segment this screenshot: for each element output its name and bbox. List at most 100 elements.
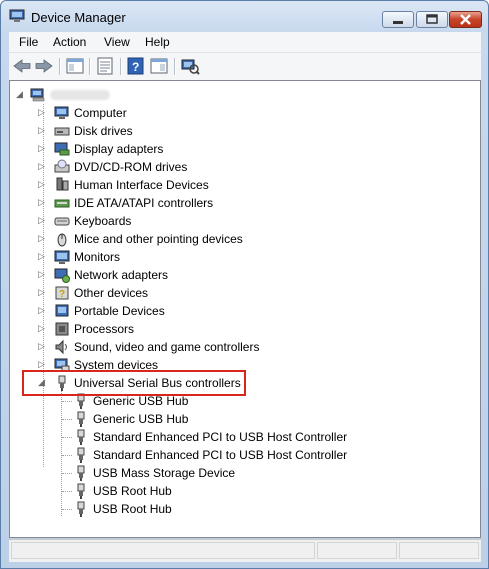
- display-adapter-icon: [54, 142, 70, 156]
- minimize-icon: [393, 21, 403, 24]
- tree-item-label: Mice and other pointing devices: [74, 232, 243, 246]
- device-tree[interactable]: ◢ ▷ Computer ▷ Disk drives ▷ Display adapters…: [9, 80, 481, 538]
- tree-item-label: Display adapters: [74, 142, 164, 156]
- maximize-icon: [426, 14, 438, 24]
- usb-device-item[interactable]: Generic USB Hub: [56, 410, 356, 428]
- expand-arrow-icon[interactable]: ▷: [38, 252, 47, 261]
- usb-device-label: USB Root Hub: [93, 502, 172, 516]
- expand-arrow-icon[interactable]: ▷: [38, 306, 47, 315]
- expand-arrow-icon[interactable]: ▷: [38, 180, 47, 189]
- expand-arrow-icon[interactable]: ▷: [38, 108, 47, 117]
- toolbar-separator: [174, 58, 176, 75]
- usb-device-label: Standard Enhanced PCI to USB Host Contro…: [93, 448, 348, 462]
- expand-arrow-icon[interactable]: ▷: [38, 360, 47, 369]
- svg-text:?: ?: [59, 289, 65, 300]
- mouse-icon: [57, 233, 67, 247]
- usb-device-item[interactable]: Standard Enhanced PCI to USB Host Contro…: [56, 446, 356, 464]
- menu-help[interactable]: Help: [145, 35, 170, 49]
- portable-device-icon: [55, 304, 69, 317]
- minimize-button[interactable]: [382, 11, 414, 28]
- other-devices-icon: ?: [55, 286, 69, 300]
- dvd-drive-icon: [54, 159, 70, 173]
- tree-guide-line: [62, 401, 72, 402]
- title-bar[interactable]: Device Manager: [1, 1, 488, 31]
- expand-arrow-icon[interactable]: ▷: [38, 342, 47, 351]
- usb-device-item[interactable]: Standard Enhanced PCI to USB Host Contro…: [56, 428, 356, 446]
- usb-device-icon: [77, 501, 85, 517]
- expand-arrow-icon[interactable]: ▷: [38, 126, 47, 135]
- help-icon[interactable]: ?: [126, 57, 146, 75]
- tree-guide-line: [62, 509, 72, 510]
- tree-item-network-adapters[interactable]: ▷ Network adapters: [38, 266, 278, 284]
- usb-device-item[interactable]: USB Root Hub: [56, 482, 356, 500]
- expand-arrow-icon[interactable]: ▷: [38, 324, 47, 333]
- tree-item-portable-devices[interactable]: ▷ Portable Devices: [38, 302, 278, 320]
- menu-view[interactable]: View: [104, 35, 130, 49]
- tree-item-label: Sound, video and game controllers: [74, 340, 260, 354]
- usb-device-item[interactable]: USB Mass Storage Device: [56, 464, 356, 482]
- maximize-button[interactable]: [416, 11, 448, 28]
- expand-arrow-icon[interactable]: ▷: [38, 234, 47, 243]
- usb-device-label: Standard Enhanced PCI to USB Host Contro…: [93, 430, 348, 444]
- back-icon[interactable]: [12, 57, 32, 75]
- tree-guide-line: [62, 437, 72, 438]
- status-cell-secondary: [317, 542, 397, 559]
- expand-arrow-icon[interactable]: ▷: [38, 288, 47, 297]
- tree-item-dvd-cd-rom-drives[interactable]: ▷ DVD/CD-ROM drives: [38, 158, 278, 176]
- tree-item-human-interface-devices[interactable]: ▷ Human Interface Devices: [38, 176, 278, 194]
- expand-arrow-icon[interactable]: ▷: [38, 270, 47, 279]
- processor-icon: [55, 322, 69, 336]
- expand-arrow-icon[interactable]: ▷: [38, 144, 47, 153]
- hid-icon: [56, 177, 69, 191]
- forward-icon[interactable]: [34, 57, 54, 75]
- tree-item-label: Keyboards: [74, 214, 132, 228]
- action-pane-icon[interactable]: [149, 57, 169, 75]
- expand-arrow-icon[interactable]: ▷: [38, 216, 47, 225]
- tree-item-label: Portable Devices: [74, 304, 165, 318]
- tree-item-keyboards[interactable]: ▷ Keyboards: [38, 212, 278, 230]
- tree-root[interactable]: ◢: [16, 86, 216, 104]
- usb-device-item[interactable]: USB Root Hub: [56, 500, 356, 518]
- scan-hardware-icon[interactable]: [180, 57, 200, 75]
- tree-item-sound-video-and-game-controllers[interactable]: ▷ Sound, video and game controllers: [38, 338, 278, 356]
- network-adapter-icon: [54, 268, 70, 283]
- menu-file[interactable]: File: [19, 35, 38, 49]
- tree-guide-line: [62, 491, 72, 492]
- device-manager-icon: [9, 9, 25, 22]
- expand-arrow-icon[interactable]: ▷: [38, 162, 47, 171]
- tree-guide-line: [62, 455, 72, 456]
- show-hide-console-tree-icon[interactable]: [65, 57, 85, 75]
- tree-item-disk-drives[interactable]: ▷ Disk drives: [38, 122, 278, 140]
- computer-root-icon: [30, 88, 45, 102]
- tree-item-mice-and-other-pointing-devices[interactable]: ▷ Mice and other pointing devices: [38, 230, 278, 248]
- tree-item-display-adapters[interactable]: ▷ Display adapters: [38, 140, 278, 158]
- tree-item-label: Monitors: [74, 250, 121, 264]
- properties-icon[interactable]: [95, 57, 115, 75]
- tree-item-monitors[interactable]: ▷ Monitors: [38, 248, 278, 266]
- disk-drive-icon: [54, 127, 70, 136]
- tree-item-label: Disk drives: [74, 124, 133, 138]
- menu-action[interactable]: Action: [53, 35, 86, 49]
- close-button[interactable]: [449, 11, 482, 28]
- tree-item-label: IDE ATA/ATAPI controllers: [74, 196, 214, 210]
- collapse-root-icon[interactable]: ◢: [16, 90, 25, 99]
- tree-item-ide-ata-atapi-controllers[interactable]: ▷ IDE ATA/ATAPI controllers: [38, 194, 278, 212]
- computer-icon: [54, 106, 69, 119]
- window-title: Device Manager: [31, 10, 126, 25]
- ide-controller-icon: [54, 199, 70, 208]
- menu-bar: File Action View Help: [9, 32, 481, 52]
- usb-device-label: USB Root Hub: [93, 484, 172, 498]
- usb-device-icon: [77, 465, 85, 481]
- sound-icon: [55, 339, 67, 355]
- toolbar-separator: [120, 58, 122, 75]
- tree-item-other-devices[interactable]: ▷? Other devices: [38, 284, 278, 302]
- tree-item-processors[interactable]: ▷ Processors: [38, 320, 278, 338]
- expand-arrow-icon[interactable]: ▷: [38, 198, 47, 207]
- tree-item-computer[interactable]: ▷ Computer: [38, 104, 278, 122]
- usb-device-icon: [77, 483, 85, 499]
- tree-item-label: Other devices: [74, 286, 149, 300]
- usb-device-icon: [77, 429, 85, 445]
- tree-item-label: Human Interface Devices: [74, 178, 209, 192]
- usb-device-label: USB Mass Storage Device: [93, 466, 236, 480]
- tree-item-label: Processors: [74, 322, 135, 336]
